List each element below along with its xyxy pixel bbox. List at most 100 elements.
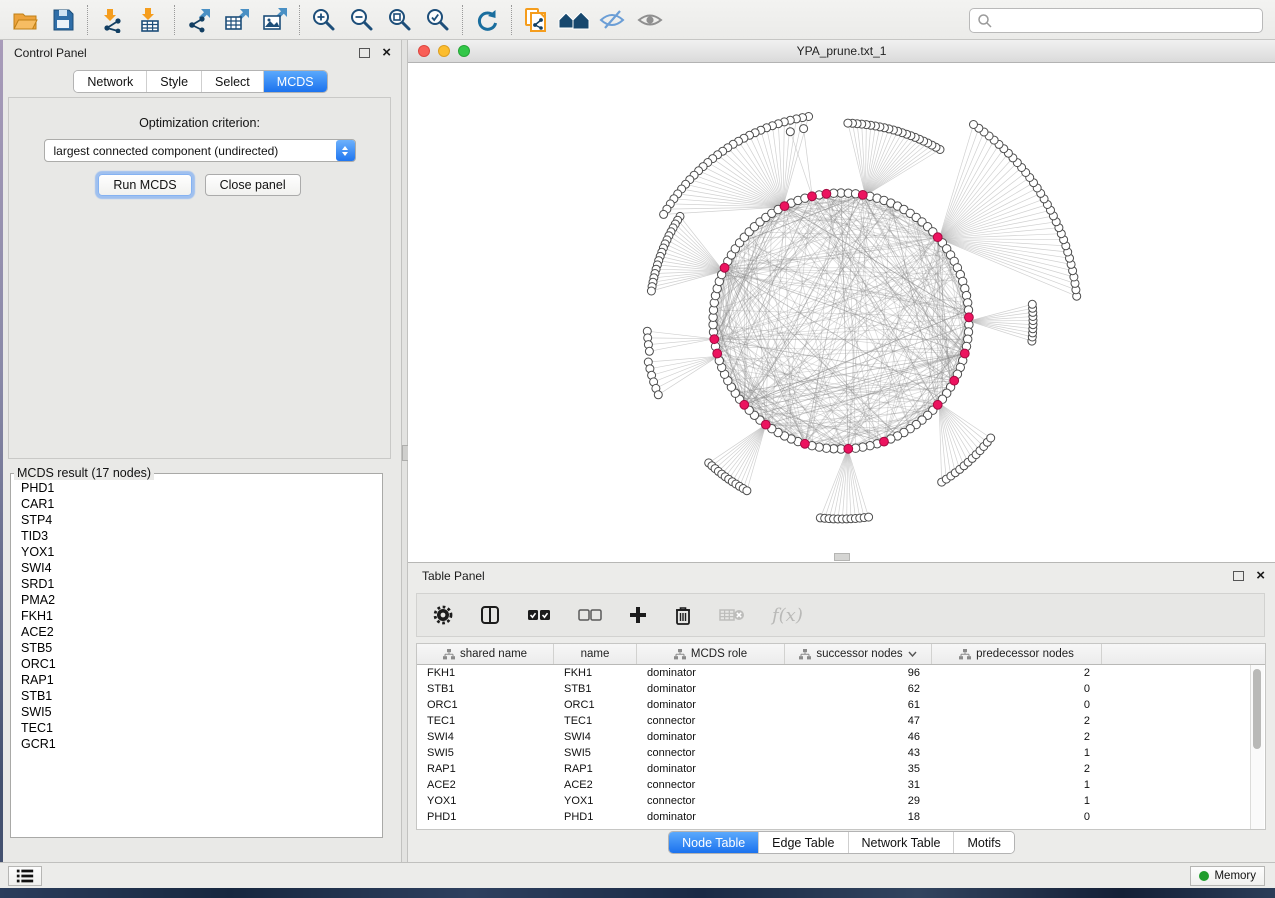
mcds-result-item[interactable]: STB5: [11, 640, 382, 656]
mcds-hub-node[interactable]: [933, 400, 942, 409]
mcds-result-item[interactable]: SWI4: [11, 560, 382, 576]
import-network-button[interactable]: [93, 3, 131, 37]
zoom-in-button[interactable]: [305, 3, 343, 37]
mcds-result-item[interactable]: YOX1: [11, 544, 382, 560]
leaf-node[interactable]: [654, 391, 662, 399]
table-row[interactable]: SWI4SWI4dominator462: [417, 729, 1265, 745]
table-row[interactable]: ACE2ACE2connector311: [417, 777, 1265, 793]
mcds-result-item[interactable]: ORC1: [11, 656, 382, 672]
close-panel-icon[interactable]: ×: [382, 46, 391, 60]
table-row[interactable]: FKH1FKH1dominator962: [417, 665, 1265, 681]
show-hidden-button[interactable]: [631, 3, 669, 37]
tab-style[interactable]: Style: [146, 71, 201, 92]
horizontal-splitter-grip[interactable]: [834, 553, 850, 561]
close-window-icon[interactable]: [418, 45, 430, 57]
run-mcds-button[interactable]: Run MCDS: [98, 174, 191, 196]
delete-columns-button[interactable]: [674, 605, 692, 625]
mcds-hub-node[interactable]: [880, 437, 889, 446]
tab-node-table[interactable]: Node Table: [669, 832, 758, 853]
show-columns-button[interactable]: [480, 605, 500, 625]
tab-motifs[interactable]: Motifs: [953, 832, 1013, 853]
zoom-fit-button[interactable]: [381, 3, 419, 37]
tab-select[interactable]: Select: [201, 71, 263, 92]
mcds-result-item[interactable]: CAR1: [11, 496, 382, 512]
search-input[interactable]: [997, 11, 1262, 31]
mcds-hub-node[interactable]: [844, 444, 853, 453]
mcds-hub-node[interactable]: [822, 189, 831, 198]
table-row[interactable]: YOX1YOX1connector291: [417, 793, 1265, 809]
scrollbar-thumb[interactable]: [1253, 669, 1261, 749]
column-header-successor-nodes[interactable]: successor nodes: [785, 644, 932, 664]
tab-mcds[interactable]: MCDS: [263, 71, 327, 92]
mcds-hub-node[interactable]: [761, 420, 770, 429]
mcds-result-item[interactable]: GCR1: [11, 736, 382, 752]
export-table-button[interactable]: [218, 3, 256, 37]
save-session-button[interactable]: [44, 3, 82, 37]
close-table-panel-icon[interactable]: ×: [1256, 569, 1265, 583]
mcds-result-item[interactable]: STP4: [11, 512, 382, 528]
import-table-button[interactable]: [131, 3, 169, 37]
leaf-node[interactable]: [865, 513, 873, 521]
memory-button[interactable]: Memory: [1190, 866, 1265, 886]
close-panel-button[interactable]: Close panel: [205, 174, 301, 196]
leaf-node[interactable]: [660, 210, 668, 218]
mcds-hub-node[interactable]: [965, 313, 974, 322]
table-row[interactable]: RAP1RAP1dominator352: [417, 761, 1265, 777]
table-row[interactable]: PHD1PHD1dominator180: [417, 809, 1265, 825]
export-image-button[interactable]: [256, 3, 294, 37]
mcds-hub-node[interactable]: [808, 192, 817, 201]
mcds-hub-node[interactable]: [713, 349, 722, 358]
table-row[interactable]: TEC1TEC1connector472: [417, 713, 1265, 729]
leaf-node[interactable]: [743, 487, 751, 495]
table-scrollbar[interactable]: [1250, 665, 1264, 829]
leaf-node[interactable]: [645, 347, 653, 355]
tab-edge-table[interactable]: Edge Table: [758, 832, 847, 853]
leaf-node[interactable]: [970, 121, 978, 129]
mcds-hub-node[interactable]: [740, 400, 749, 409]
zoom-out-button[interactable]: [343, 3, 381, 37]
export-network-button[interactable]: [180, 3, 218, 37]
mcds-hub-node[interactable]: [780, 202, 789, 211]
zoom-selected-button[interactable]: [419, 3, 457, 37]
hide-selected-button[interactable]: [593, 3, 631, 37]
column-header-name[interactable]: name: [554, 644, 637, 664]
mcds-result-item[interactable]: PHD1: [11, 480, 382, 496]
leaf-node[interactable]: [786, 128, 794, 136]
vertical-splitter[interactable]: [401, 40, 408, 862]
table-settings-button[interactable]: [433, 605, 453, 625]
column-header-predecessor-nodes[interactable]: predecessor nodes: [932, 644, 1102, 664]
table-row[interactable]: ORC1ORC1dominator610: [417, 697, 1265, 713]
task-history-button[interactable]: [8, 866, 42, 886]
mcds-result-item[interactable]: FKH1: [11, 608, 382, 624]
maximize-window-icon[interactable]: [458, 45, 470, 57]
leaf-node[interactable]: [647, 287, 655, 295]
column-header-MCDS-role[interactable]: MCDS role: [637, 644, 785, 664]
deselect-all-rows-button[interactable]: [578, 607, 602, 623]
show-all-levels-button[interactable]: [555, 3, 593, 37]
mcds-hub-node[interactable]: [950, 376, 959, 385]
leaf-node[interactable]: [844, 119, 852, 127]
minimize-window-icon[interactable]: [438, 45, 450, 57]
mcds-result-item[interactable]: SWI5: [11, 704, 382, 720]
network-canvas[interactable]: [408, 63, 1275, 562]
leaf-node[interactable]: [800, 125, 808, 133]
add-column-button[interactable]: [629, 606, 647, 624]
mcds-result-item[interactable]: PMA2: [11, 592, 382, 608]
mcds-result-item[interactable]: TID3: [11, 528, 382, 544]
select-all-rows-button[interactable]: [527, 607, 551, 623]
mcds-hub-node[interactable]: [858, 191, 867, 200]
mcds-result-item[interactable]: SRD1: [11, 576, 382, 592]
criterion-dropdown[interactable]: largest connected component (undirected): [44, 139, 356, 162]
leaf-node[interactable]: [1028, 300, 1036, 308]
mcds-result-item[interactable]: RAP1: [11, 672, 382, 688]
mcds-result-item[interactable]: STB1: [11, 688, 382, 704]
mcds-result-item[interactable]: ACE2: [11, 624, 382, 640]
refresh-layout-button[interactable]: [468, 3, 506, 37]
mcds-hub-node[interactable]: [720, 263, 729, 272]
mcds-hub-node[interactable]: [960, 349, 969, 358]
table-row[interactable]: STB1STB1dominator620: [417, 681, 1265, 697]
mcds-hub-node[interactable]: [801, 439, 810, 448]
mcds-hub-node[interactable]: [710, 335, 719, 344]
column-header-shared-name[interactable]: shared name: [417, 644, 554, 664]
tab-network[interactable]: Network: [74, 71, 146, 92]
